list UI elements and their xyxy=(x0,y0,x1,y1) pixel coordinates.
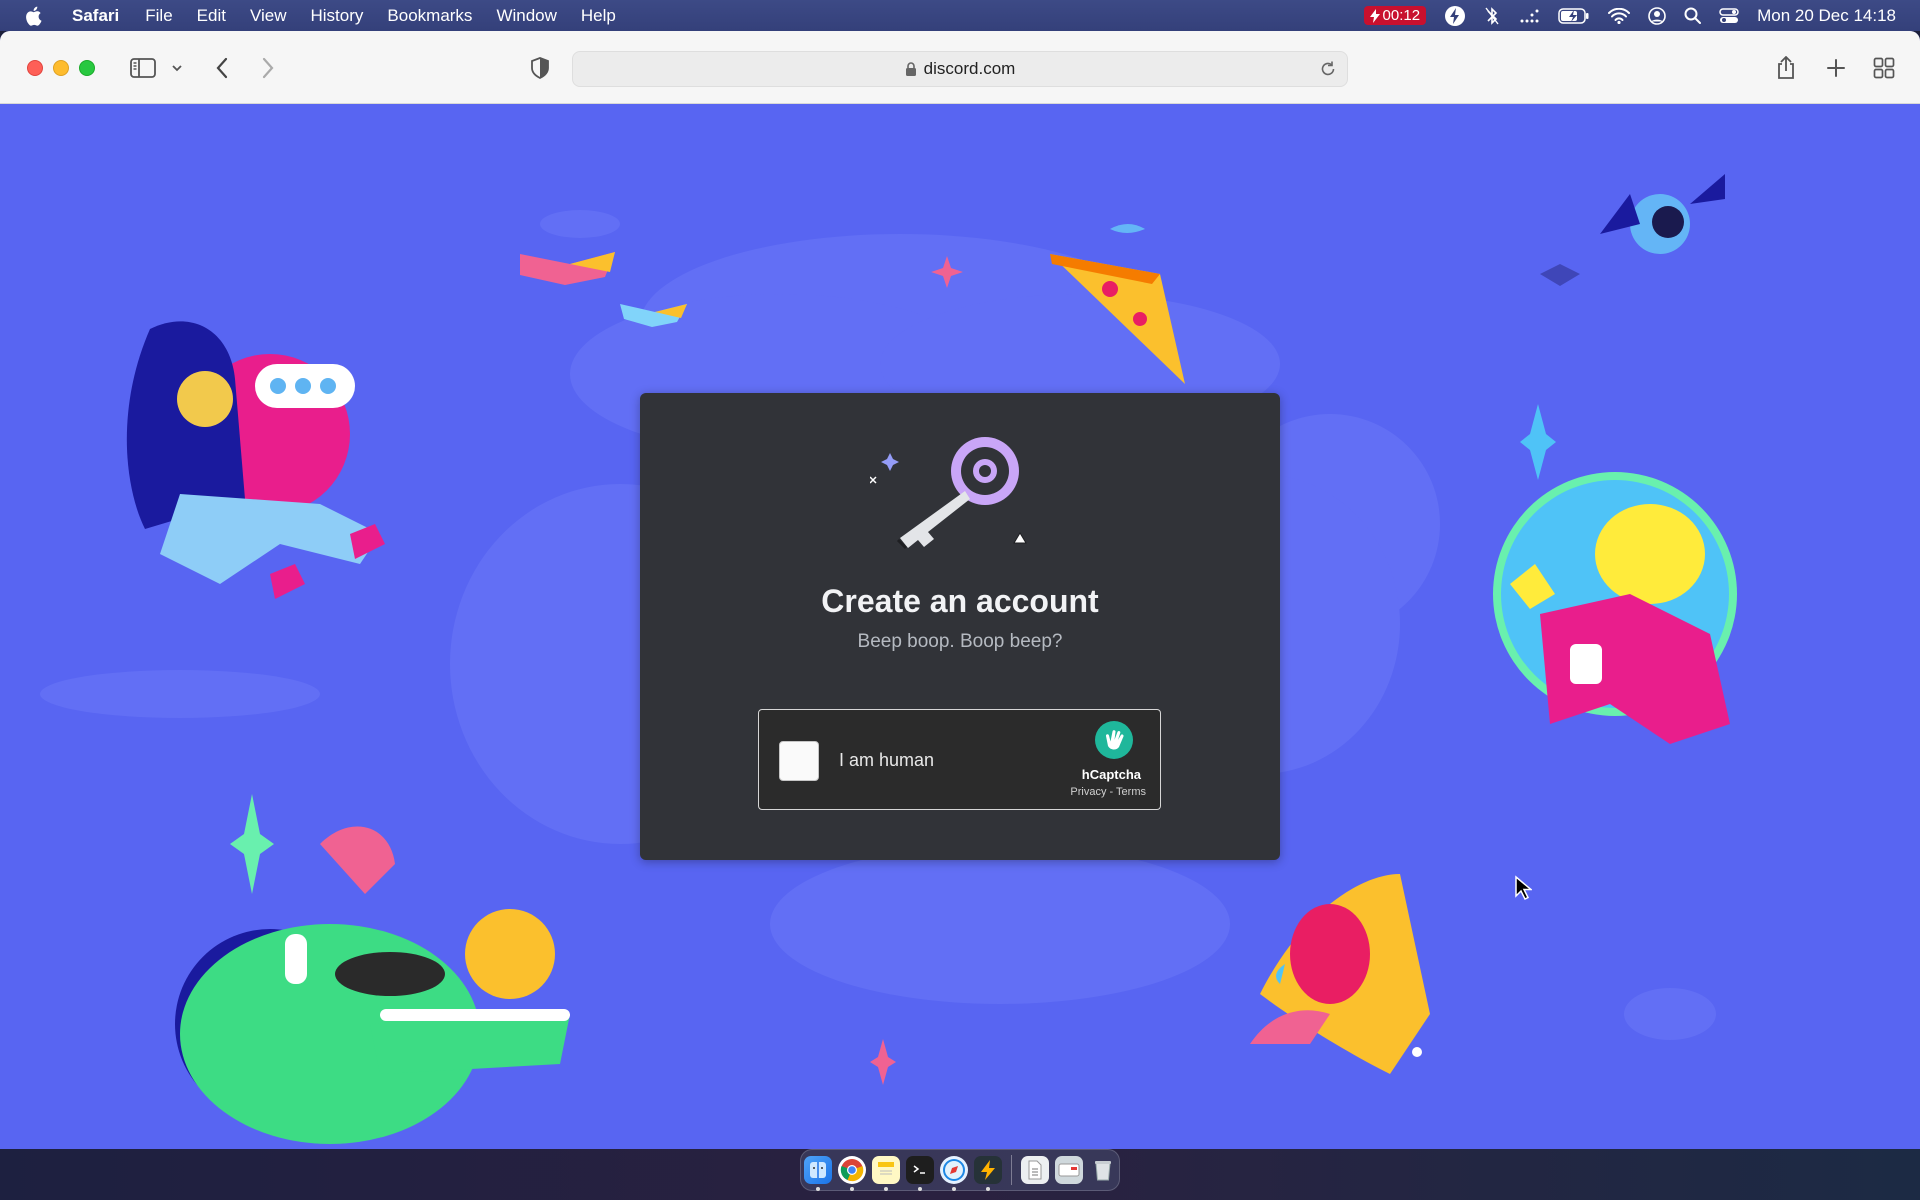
human-checkbox[interactable] xyxy=(779,741,819,781)
minimize-window-button[interactable] xyxy=(53,60,69,76)
browser-toolbar: discord.com xyxy=(0,31,1920,104)
menu-app-name[interactable]: Safari xyxy=(72,6,119,26)
trash-icon[interactable] xyxy=(1089,1156,1117,1184)
modal-title: Create an account xyxy=(821,583,1099,619)
finder-icon[interactable] xyxy=(803,1156,832,1191)
running-indicator xyxy=(985,1187,990,1191)
hcaptcha-logo-icon xyxy=(1095,721,1133,759)
wifi-icon[interactable] xyxy=(1608,7,1631,24)
new-tab-icon[interactable] xyxy=(1824,53,1848,83)
timer-text: 00:12 xyxy=(1382,7,1421,24)
sparkle-blue xyxy=(1520,404,1556,480)
close-window-button[interactable] xyxy=(27,60,43,76)
menu-bar: Safari File Edit View History Bookmarks … xyxy=(0,0,1920,31)
reload-icon[interactable] xyxy=(1319,60,1337,83)
bluetooth-off-icon[interactable] xyxy=(1484,6,1500,26)
browser-window: discord.com Create an account Beep boop.… xyxy=(0,31,1920,1149)
control-center-icon[interactable] xyxy=(1719,7,1739,24)
address-bar[interactable]: discord.com xyxy=(572,51,1348,87)
create-account-modal: Create an account Beep boop. Boop beep? … xyxy=(640,393,1280,860)
sidebar-toggle-icon[interactable] xyxy=(128,53,158,83)
apple-icon[interactable] xyxy=(24,6,44,26)
menu-view[interactable]: View xyxy=(250,6,287,26)
key-icon xyxy=(870,437,1027,550)
back-button[interactable] xyxy=(212,53,232,83)
menu-bookmarks[interactable]: Bookmarks xyxy=(387,6,472,26)
sparkle-pink-bottom xyxy=(870,1039,896,1085)
display-icon[interactable] xyxy=(1518,9,1540,23)
menu-window[interactable]: Window xyxy=(496,6,556,26)
discord-page: Create an account Beep boop. Boop beep? … xyxy=(0,104,1920,1149)
hcaptcha-brand: hCaptcha xyxy=(1081,767,1141,782)
downloads-stack-icon[interactable] xyxy=(1054,1156,1083,1184)
mouse-cursor-icon xyxy=(1515,875,1532,901)
document-icon[interactable] xyxy=(1020,1156,1049,1184)
fullscreen-window-button[interactable] xyxy=(79,60,95,76)
chevron-down-icon[interactable] xyxy=(170,53,184,83)
running-indicator xyxy=(883,1187,888,1191)
search-icon[interactable] xyxy=(1684,7,1702,24)
bat-monster-illustration xyxy=(1540,174,1725,286)
dock-separator xyxy=(1010,1155,1012,1185)
running-indicator xyxy=(951,1187,956,1191)
lightning-app-icon[interactable] xyxy=(1444,5,1466,27)
chrome-icon[interactable] xyxy=(837,1156,866,1191)
gramophone-illustration xyxy=(1250,874,1430,1074)
sparkle-green xyxy=(230,794,274,894)
forward-button[interactable] xyxy=(258,53,278,83)
menubar-clock[interactable]: Mon 20 Dec 14:18 xyxy=(1757,6,1896,26)
lightning-app-dock-icon[interactable] xyxy=(973,1156,1002,1191)
green-dinosaur-illustration xyxy=(175,826,570,1144)
captcha-privacy-terms-links[interactable]: Privacy - Terms xyxy=(1070,786,1146,798)
menu-file[interactable]: File xyxy=(145,6,172,26)
lock-icon xyxy=(905,61,917,77)
share-icon[interactable] xyxy=(1774,53,1798,83)
yellow-character-illustration xyxy=(1493,472,1737,744)
dock xyxy=(800,1149,1120,1191)
menu-help[interactable]: Help xyxy=(581,6,616,26)
bolt-icon xyxy=(1369,8,1380,23)
menu-edit[interactable]: Edit xyxy=(197,6,226,26)
safari-icon[interactable] xyxy=(939,1156,968,1191)
user-icon[interactable] xyxy=(1648,6,1666,25)
battery-icon[interactable] xyxy=(1558,7,1590,24)
recording-timer[interactable]: 00:12 xyxy=(1363,6,1427,25)
privacy-shield-icon[interactable] xyxy=(528,53,552,83)
running-indicator xyxy=(917,1187,922,1191)
menu-history[interactable]: History xyxy=(311,6,364,26)
url-text: discord.com xyxy=(923,59,1016,78)
notes-icon[interactable] xyxy=(871,1156,900,1191)
girl-illustration xyxy=(126,321,385,599)
terminal-icon[interactable] xyxy=(905,1156,934,1191)
modal-subtitle: Beep boop. Boop beep? xyxy=(857,631,1063,652)
running-indicator xyxy=(849,1187,854,1191)
tab-overview-icon[interactable] xyxy=(1872,53,1896,83)
hcaptcha-widget: I am human hCaptcha Privacy - Terms xyxy=(758,709,1161,810)
running-indicator xyxy=(815,1187,820,1191)
captcha-label: I am human xyxy=(839,750,935,770)
